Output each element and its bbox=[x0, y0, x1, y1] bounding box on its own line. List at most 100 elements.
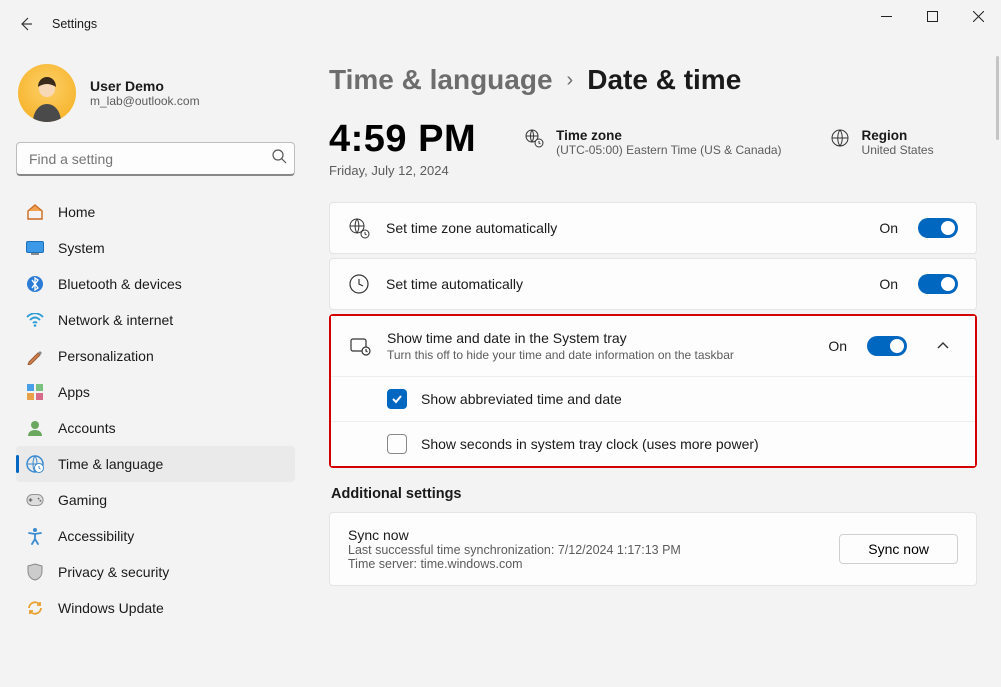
checkmark-icon bbox=[390, 392, 404, 406]
toggle-state: On bbox=[879, 276, 898, 292]
sidebar-item-accessibility[interactable]: Accessibility bbox=[16, 518, 295, 554]
time-icon bbox=[26, 455, 44, 473]
network-icon bbox=[26, 311, 44, 329]
globe-clock-icon bbox=[348, 217, 370, 239]
checkbox-label: Show abbreviated time and date bbox=[421, 391, 622, 407]
gaming-icon bbox=[26, 491, 44, 509]
nav-label: Windows Update bbox=[58, 600, 164, 616]
sidebar-item-time[interactable]: Time & language bbox=[16, 446, 295, 482]
sync-last: Last successful time synchronization: 7/… bbox=[348, 543, 681, 557]
nav-label: Apps bbox=[58, 384, 90, 400]
avatar bbox=[18, 64, 76, 122]
nav-label: Network & internet bbox=[58, 312, 173, 328]
setting-auto-time: Set time automatically On bbox=[329, 258, 977, 310]
sidebar-item-accounts[interactable]: Accounts bbox=[16, 410, 295, 446]
breadcrumb-parent[interactable]: Time & language bbox=[329, 64, 553, 96]
setting-system-tray: Show time and date in the System tray Tu… bbox=[331, 316, 975, 376]
nav-label: System bbox=[58, 240, 105, 256]
highlighted-section: Show time and date in the System tray Tu… bbox=[329, 314, 977, 468]
close-button[interactable] bbox=[955, 0, 1001, 32]
nav-label: Privacy & security bbox=[58, 564, 169, 580]
sync-server: Time server: time.windows.com bbox=[348, 557, 681, 571]
maximize-icon bbox=[927, 11, 938, 22]
region-info: Region United States bbox=[830, 118, 934, 157]
chevron-up-icon bbox=[936, 339, 950, 353]
back-button[interactable] bbox=[8, 6, 44, 42]
tray-toggle[interactable] bbox=[867, 336, 907, 356]
bluetooth-icon bbox=[26, 275, 44, 293]
collapse-button[interactable] bbox=[929, 332, 957, 360]
chevron-right-icon: › bbox=[567, 69, 574, 92]
additional-section-title: Additional settings bbox=[331, 486, 977, 502]
region-value: United States bbox=[862, 143, 934, 157]
timezone-label: Time zone bbox=[556, 128, 781, 143]
arrow-left-icon bbox=[18, 16, 34, 32]
setting-label: Set time automatically bbox=[386, 276, 863, 292]
main-content: Time & language › Date & time 4:59 PM Fr… bbox=[305, 48, 1001, 687]
breadcrumb-current: Date & time bbox=[587, 64, 741, 96]
timezone-info: Time zone (UTC-05:00) Eastern Time (US &… bbox=[524, 118, 781, 157]
taskbar-clock-icon bbox=[349, 335, 371, 357]
sync-title: Sync now bbox=[348, 527, 681, 543]
nav-label: Home bbox=[58, 204, 95, 220]
sidebar-item-privacy[interactable]: Privacy & security bbox=[16, 554, 295, 590]
breadcrumb: Time & language › Date & time bbox=[329, 64, 977, 96]
home-icon bbox=[26, 203, 44, 221]
privacy-icon bbox=[26, 563, 44, 581]
minimize-button[interactable] bbox=[863, 0, 909, 32]
timezone-value: (UTC-05:00) Eastern Time (US & Canada) bbox=[556, 143, 781, 157]
window-title: Settings bbox=[52, 17, 97, 31]
close-icon bbox=[973, 11, 984, 22]
search-icon bbox=[272, 149, 287, 169]
checkbox-label: Show seconds in system tray clock (uses … bbox=[421, 436, 759, 452]
user-account-row[interactable]: User Demo m_lab@outlook.com bbox=[16, 56, 295, 140]
sync-now-button[interactable]: Sync now bbox=[839, 534, 958, 564]
clock-icon bbox=[348, 273, 370, 295]
nav-label: Time & language bbox=[58, 456, 163, 472]
personalization-icon bbox=[26, 347, 44, 365]
current-date: Friday, July 12, 2024 bbox=[329, 163, 476, 178]
setting-desc: Turn this off to hide your time and date… bbox=[387, 348, 812, 362]
sync-card: Sync now Last successful time synchroniz… bbox=[329, 512, 977, 586]
abbrev-checkbox[interactable] bbox=[387, 389, 407, 409]
setting-auto-timezone: Set time zone automatically On bbox=[329, 202, 977, 254]
sidebar-item-apps[interactable]: Apps bbox=[16, 374, 295, 410]
user-email: m_lab@outlook.com bbox=[90, 94, 200, 108]
sidebar-item-home[interactable]: Home bbox=[16, 194, 295, 230]
clock-block: 4:59 PM Friday, July 12, 2024 bbox=[329, 118, 476, 178]
nav-label: Gaming bbox=[58, 492, 107, 508]
setting-label: Set time zone automatically bbox=[386, 220, 863, 236]
auto-time-toggle[interactable] bbox=[918, 274, 958, 294]
sidebar-item-system[interactable]: System bbox=[16, 230, 295, 266]
nav-label: Bluetooth & devices bbox=[58, 276, 182, 292]
seconds-checkbox[interactable] bbox=[387, 434, 407, 454]
update-icon bbox=[26, 599, 44, 617]
accounts-icon bbox=[26, 419, 44, 437]
maximize-button[interactable] bbox=[909, 0, 955, 32]
user-name: User Demo bbox=[90, 78, 200, 94]
nav-label: Accounts bbox=[58, 420, 116, 436]
auto-timezone-toggle[interactable] bbox=[918, 218, 958, 238]
sidebar-item-network[interactable]: Network & internet bbox=[16, 302, 295, 338]
sidebar: User Demo m_lab@outlook.com Home System Bl… bbox=[0, 48, 305, 687]
setting-label: Show time and date in the System tray bbox=[387, 330, 812, 346]
globe-icon bbox=[830, 128, 850, 148]
minimize-icon bbox=[881, 11, 892, 22]
globe-clock-icon bbox=[524, 128, 544, 148]
sidebar-item-bluetooth[interactable]: Bluetooth & devices bbox=[16, 266, 295, 302]
toggle-state: On bbox=[828, 338, 847, 354]
scrollbar[interactable] bbox=[996, 56, 999, 140]
current-time: 4:59 PM bbox=[329, 118, 476, 161]
seconds-checkbox-row[interactable]: Show seconds in system tray clock (uses … bbox=[331, 422, 975, 466]
sidebar-item-gaming[interactable]: Gaming bbox=[16, 482, 295, 518]
sidebar-item-personalization[interactable]: Personalization bbox=[16, 338, 295, 374]
nav-label: Accessibility bbox=[58, 528, 134, 544]
sidebar-item-update[interactable]: Windows Update bbox=[16, 590, 295, 626]
accessibility-icon bbox=[26, 527, 44, 545]
nav-label: Personalization bbox=[58, 348, 154, 364]
region-label: Region bbox=[862, 128, 934, 143]
search-input[interactable] bbox=[16, 142, 295, 176]
abbrev-checkbox-row[interactable]: Show abbreviated time and date bbox=[331, 377, 975, 421]
toggle-state: On bbox=[879, 220, 898, 236]
system-icon bbox=[26, 239, 44, 257]
